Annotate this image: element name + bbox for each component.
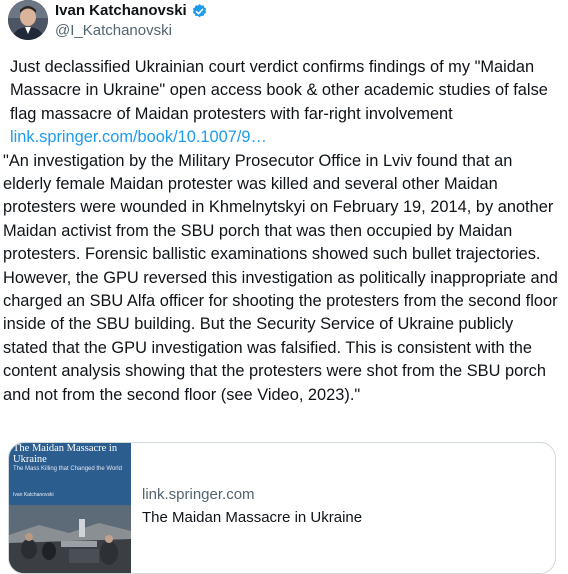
verified-badge-icon[interactable] [191,3,208,20]
author-name[interactable]: Ivan Katchanovski [55,2,187,20]
card-domain: link.springer.com [142,486,255,503]
card-title[interactable]: The Maidan Massacre in Ukraine [142,509,362,527]
author-handle[interactable]: @I_Katchanovski [55,22,172,40]
book-cover-subtitle: The Mass Killing that Changed the World [13,466,122,472]
avatar[interactable] [8,0,48,40]
book-cover-title: The Maidan Massacre in Ukraine [13,443,118,465]
tweet-quote: "An investigation by the Military Prosec… [3,151,558,404]
link-card[interactable]: The Maidan Massacre in Ukraine The Mass … [8,442,556,574]
book-cover-author: Ivan Katchanovski [13,492,54,498]
tweet-link[interactable]: link.springer.com/book/10.1007/9… [8,126,560,149]
tweet-body: Just declassified Ukrainian court verdic… [3,56,560,407]
author-row: Ivan Katchanovski [55,2,208,20]
tweet-intro: Just declassified Ukrainian court verdic… [10,58,548,123]
book-cover-photo [9,505,131,573]
